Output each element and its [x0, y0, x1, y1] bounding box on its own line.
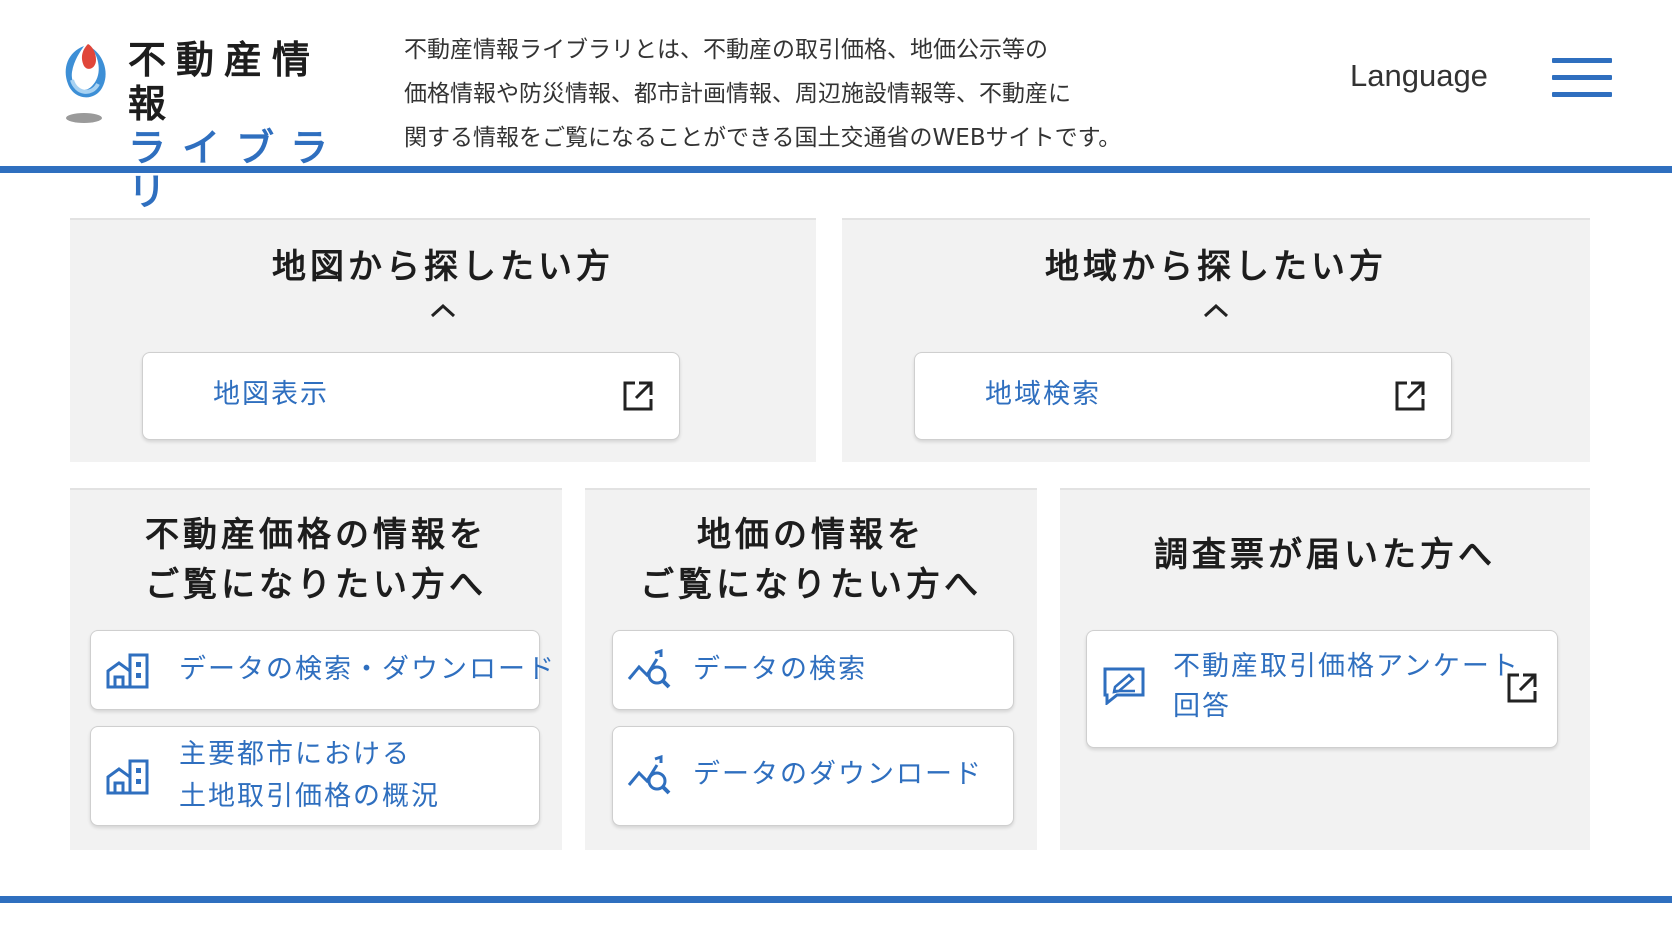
description-line: 価格情報や防災情報、都市計画情報、周辺施設情報等、不動産に [404, 81, 1071, 107]
button-label-line1: 不動産取引価格アンケート [1173, 651, 1520, 682]
header-divider [0, 166, 1672, 173]
building-icon [106, 653, 149, 689]
panel-real-estate-price: 不動産価格の情報を ご覧になりたい方へ データの検索・ダウンロード 主要都市にお… [70, 488, 562, 850]
button-label: データの検索 [693, 654, 867, 685]
chart-search-icon [627, 649, 671, 689]
land-data-search-button[interactable]: データの検索 [612, 630, 1014, 710]
button-label: 地図表示 [213, 379, 329, 410]
region-search-button[interactable]: 地域検索 [914, 352, 1452, 440]
panel-title: 地域から探したい方 [1045, 247, 1387, 287]
panel-title-line1: 地価の情報を [697, 515, 925, 555]
button-label: データのダウンロード [693, 759, 983, 790]
price-data-search-download-button[interactable]: データの検索・ダウンロード [90, 630, 554, 710]
button-label-line2: 回答 [1173, 691, 1231, 722]
panel-map-search: 地図から探したい方 地図表示 [70, 218, 816, 462]
button-label-line1: 主要都市における [179, 739, 411, 770]
chevron-up-icon[interactable] [429, 302, 457, 318]
button-label: データの検索・ダウンロード [179, 654, 556, 685]
panel-region-search: 地域から探したい方 地域検索 [842, 218, 1590, 462]
external-link-icon [1395, 381, 1425, 411]
site-description: 不動産情報ライブラリとは、不動産の取引価格、地価公示等の 価格情報や防災情報、都… [404, 28, 1224, 160]
external-link-icon [1507, 673, 1537, 703]
footer-divider [0, 896, 1672, 903]
logo-mark-icon [58, 38, 114, 128]
description-line: 関する情報をご覧になることができる国土交通省のWEBサイトです。 [404, 125, 1122, 151]
panel-title-line2: ご覧になりたい方へ [640, 565, 982, 605]
survey-answer-button[interactable]: 不動産取引価格アンケート 回答 [1086, 630, 1558, 748]
description-line: 不動産情報ライブラリとは、不動産の取引価格、地価公示等の [404, 37, 1048, 63]
building-icon [106, 759, 149, 795]
button-label: 地域検索 [985, 379, 1101, 410]
survey-edit-icon [1103, 667, 1145, 705]
site-logo[interactable]: 不動産情報 ライブラリ [58, 38, 358, 214]
panel-land-price: 地価の情報を ご覧になりたい方へ データの検索 データのダウンロード [585, 488, 1037, 850]
panel-title-line1: 不動産価格の情報を [145, 515, 487, 555]
logo-title-line1: 不動産情報 [128, 38, 321, 126]
language-button[interactable]: Language [1350, 58, 1488, 94]
panel-title-line2: ご覧になりたい方へ [145, 565, 487, 605]
land-data-download-button[interactable]: データのダウンロード [612, 726, 1014, 826]
panel-title: 調査票が届いた方へ [1154, 535, 1496, 575]
hamburger-menu-icon[interactable] [1552, 58, 1612, 98]
map-display-button[interactable]: 地図表示 [142, 352, 680, 440]
chevron-up-icon[interactable] [1202, 302, 1230, 318]
chart-search-icon [627, 755, 671, 795]
panel-survey: 調査票が届いた方へ 不動産取引価格アンケート 回答 [1060, 488, 1590, 850]
major-city-land-price-button[interactable]: 主要都市における 土地取引価格の概況 [90, 726, 540, 826]
site-header: 不動産情報 ライブラリ 不動産情報ライブラリとは、不動産の取引価格、地価公示等の… [0, 0, 1672, 214]
button-label-line2: 土地取引価格の概況 [179, 781, 440, 812]
panel-title: 地図から探したい方 [272, 247, 614, 287]
external-link-icon [623, 381, 653, 411]
